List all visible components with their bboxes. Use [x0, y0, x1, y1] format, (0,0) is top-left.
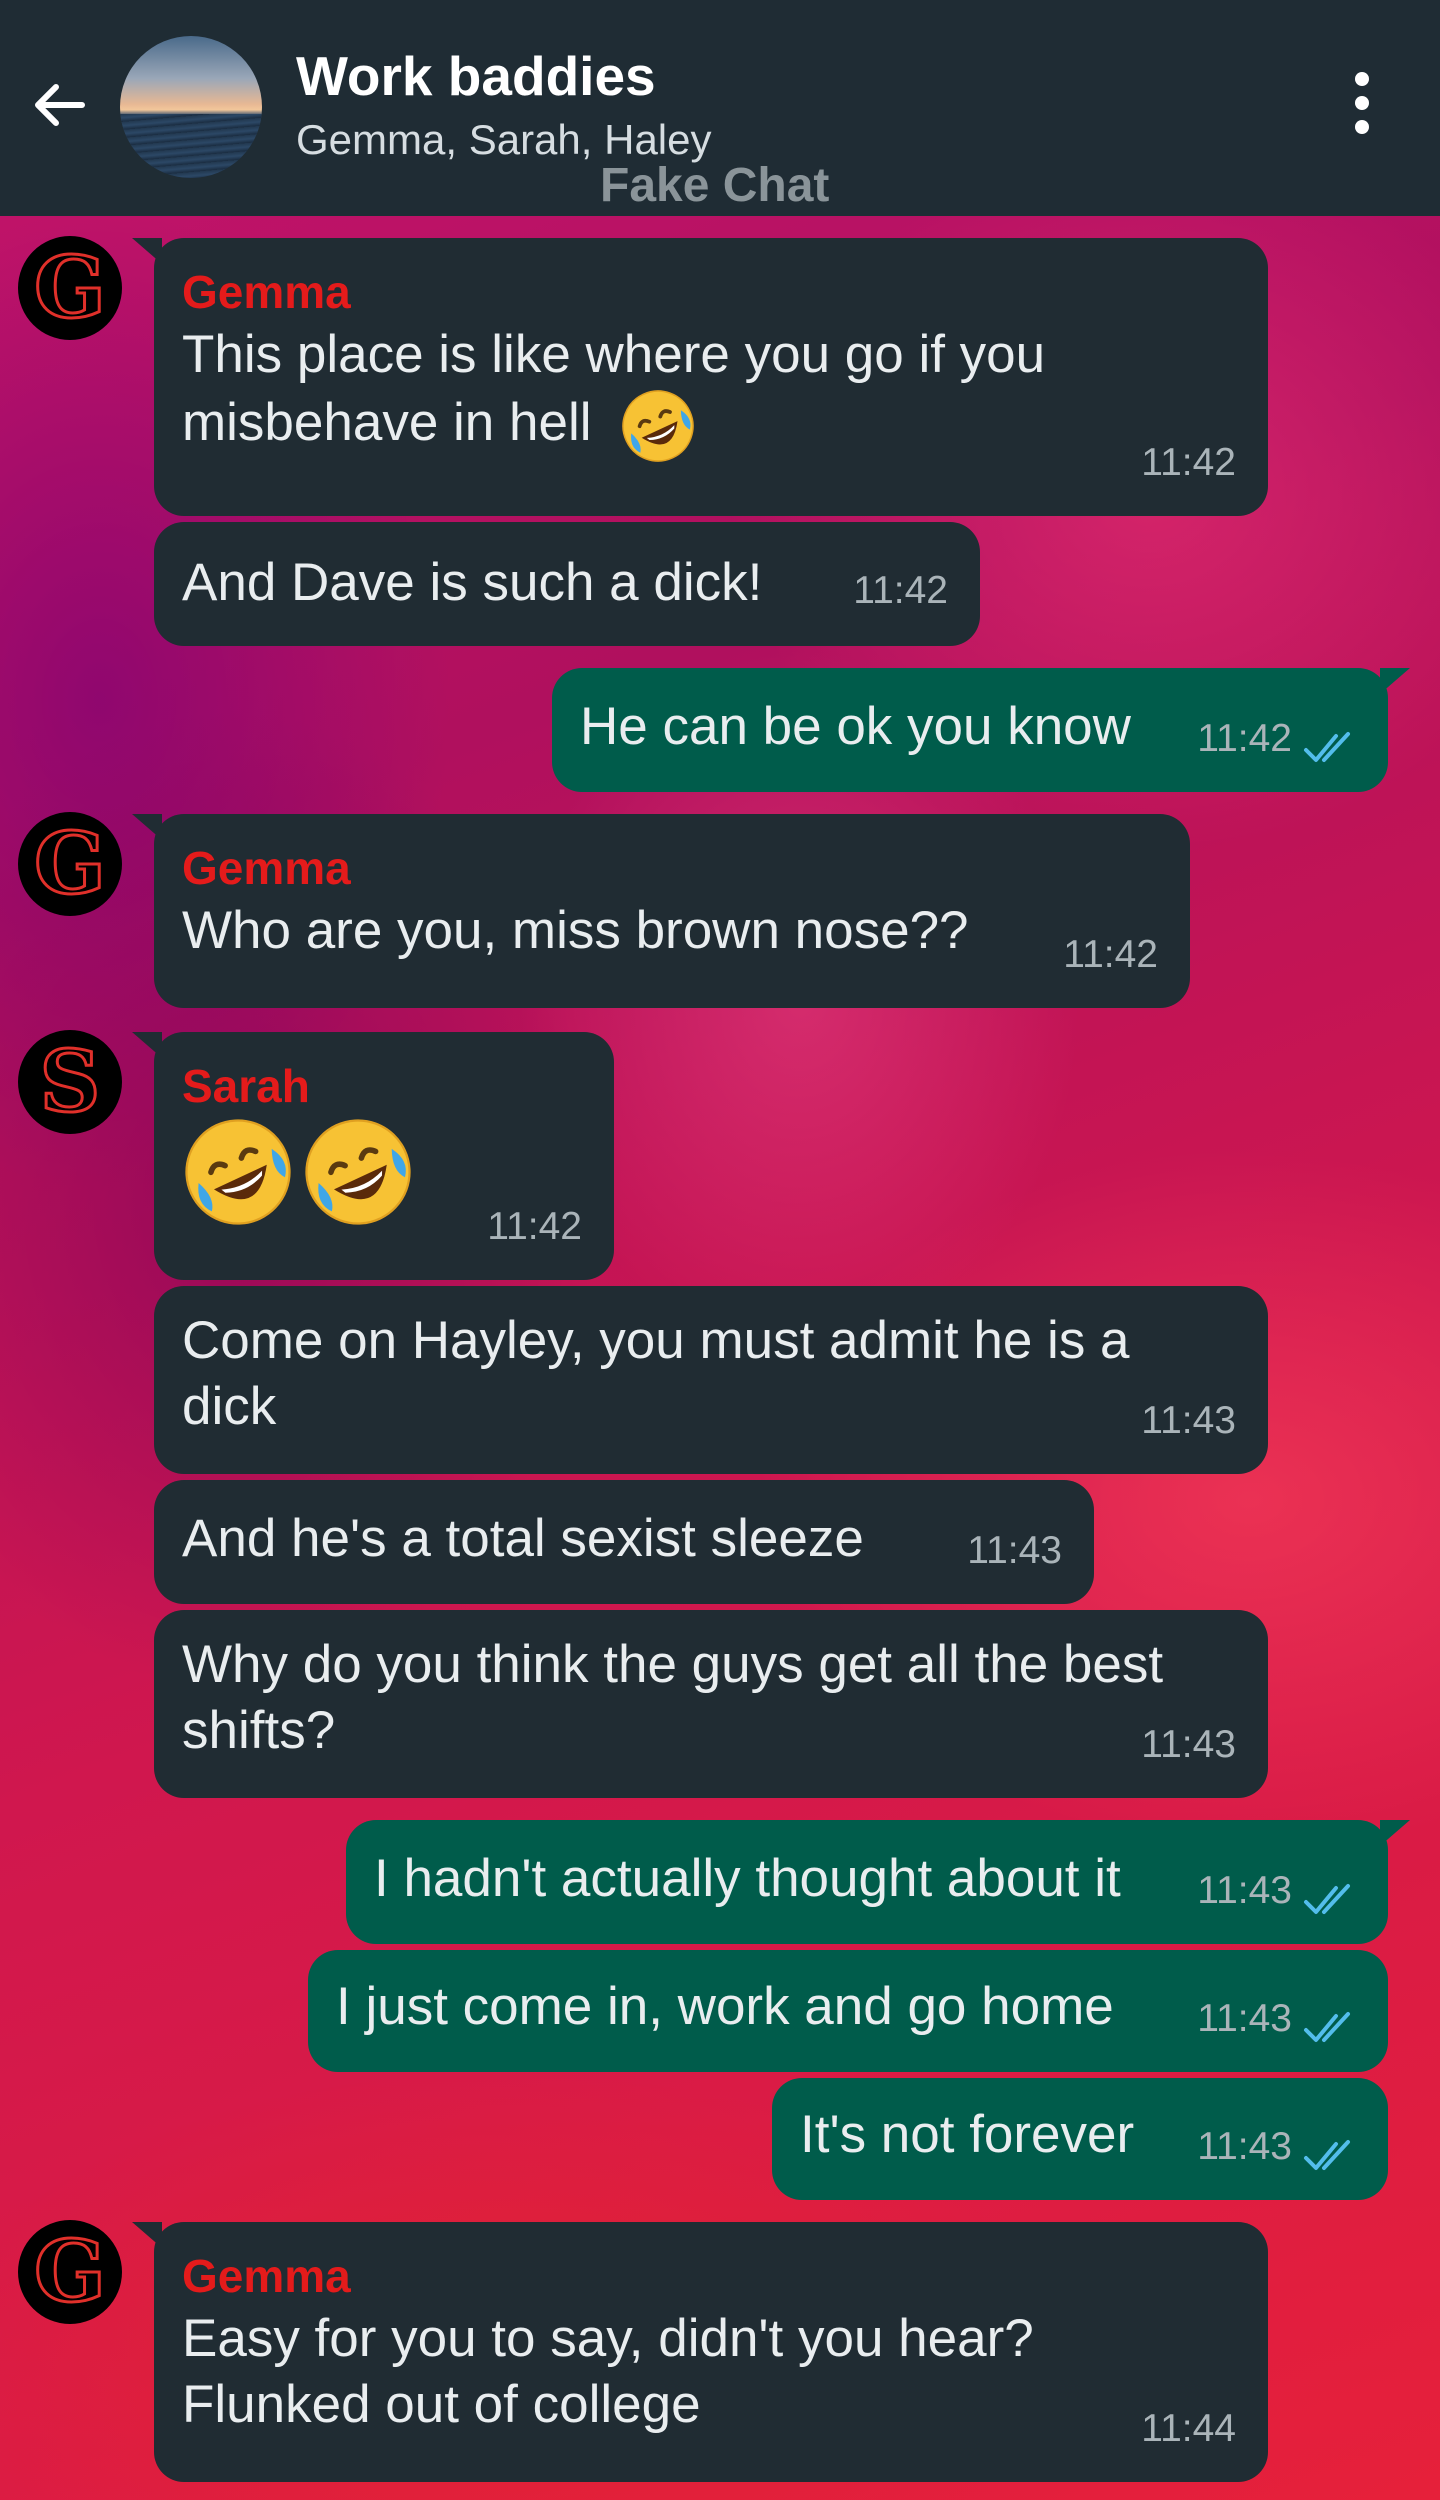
read-receipt-icon [1302, 2010, 1360, 2046]
chat-title[interactable]: Work baddies [296, 44, 656, 108]
message-time: 11:42 [487, 1205, 582, 1248]
back-arrow-icon[interactable] [28, 74, 90, 136]
sender-name: Gemma [182, 2250, 351, 2302]
read-receipt-icon [1302, 730, 1360, 766]
message-bubble[interactable]: I just come in, work and go home 11:43 [308, 1950, 1388, 2072]
rofl-emoji-icon [302, 1116, 414, 1228]
rofl-emoji-icon [620, 388, 696, 464]
message-bubble[interactable]: It's not forever 11:43 [772, 2078, 1388, 2200]
message-text: Why do you think the guys get all the be… [182, 1635, 1164, 1760]
message-time: 11:43 [1197, 1997, 1292, 2040]
message-bubble[interactable]: He can be ok you know 11:42 [552, 668, 1410, 792]
sender-name: Gemma [182, 842, 351, 894]
message-bubble[interactable]: Gemma This place is like where you go if… [132, 238, 1268, 516]
more-options-icon[interactable] [1340, 72, 1384, 142]
message-time: 11:42 [1197, 717, 1292, 760]
message-time: 11:43 [1141, 1723, 1236, 1766]
chat-participants[interactable]: Gemma, Sarah, Haley [296, 116, 712, 164]
sender-avatar-sarah[interactable]: S [18, 1030, 122, 1134]
sender-avatar-gemma[interactable]: G [18, 236, 122, 340]
message-bubble[interactable]: Sarah 11:42 [132, 1032, 614, 1280]
rofl-emoji-icon [182, 1116, 294, 1228]
message-time: 11:43 [967, 1529, 1062, 1572]
message-time: 11:43 [1197, 1869, 1292, 1912]
message-bubble[interactable]: And he's a total sexist sleeze 11:43 [154, 1480, 1094, 1604]
message-bubble[interactable]: Gemma Who are you, miss brown nose?? 11:… [132, 814, 1190, 1008]
sender-avatar-gemma[interactable]: G [18, 2220, 122, 2324]
watermark-label: Fake Chat [600, 159, 830, 212]
group-avatar[interactable] [120, 36, 262, 178]
read-receipt-icon [1302, 2138, 1360, 2174]
sender-name: Sarah [182, 1060, 310, 1112]
message-text: This place is like where you go if you m… [182, 325, 1046, 452]
message-text: Come on Hayley, you must admit he is a d… [182, 1311, 1130, 1436]
message-text: Who are you, miss brown nose?? [182, 901, 969, 960]
message-time: 11:42 [853, 569, 948, 612]
message-bubble[interactable]: Gemma Easy for you to say, didn't you he… [132, 2222, 1268, 2482]
sender-avatar-gemma[interactable]: G [18, 812, 122, 916]
message-text: And Dave is such a dick! [182, 553, 763, 612]
message-bubble[interactable]: And Dave is such a dick! 11:42 [154, 522, 980, 646]
message-time: 11:43 [1197, 2125, 1292, 2168]
message-time: 11:44 [1141, 2407, 1236, 2450]
message-text: Easy for you to say, didn't you hear? Fl… [182, 2309, 1034, 2434]
chat-header: Work baddies Gemma, Sarah, Haley Fake Ch… [0, 0, 1440, 216]
message-time: 11:42 [1141, 441, 1236, 484]
message-bubble[interactable]: Come on Hayley, you must admit he is a d… [154, 1286, 1268, 1474]
message-text: And he's a total sexist sleeze [182, 1509, 864, 1568]
message-bubble[interactable]: Why do you think the guys get all the be… [154, 1610, 1268, 1798]
message-time: 11:42 [1063, 933, 1158, 976]
message-time: 11:43 [1141, 1399, 1236, 1442]
read-receipt-icon [1302, 1882, 1360, 1918]
message-bubble[interactable]: I hadn't actually thought about it 11:43 [346, 1820, 1410, 1944]
sender-name: Gemma [182, 266, 351, 318]
